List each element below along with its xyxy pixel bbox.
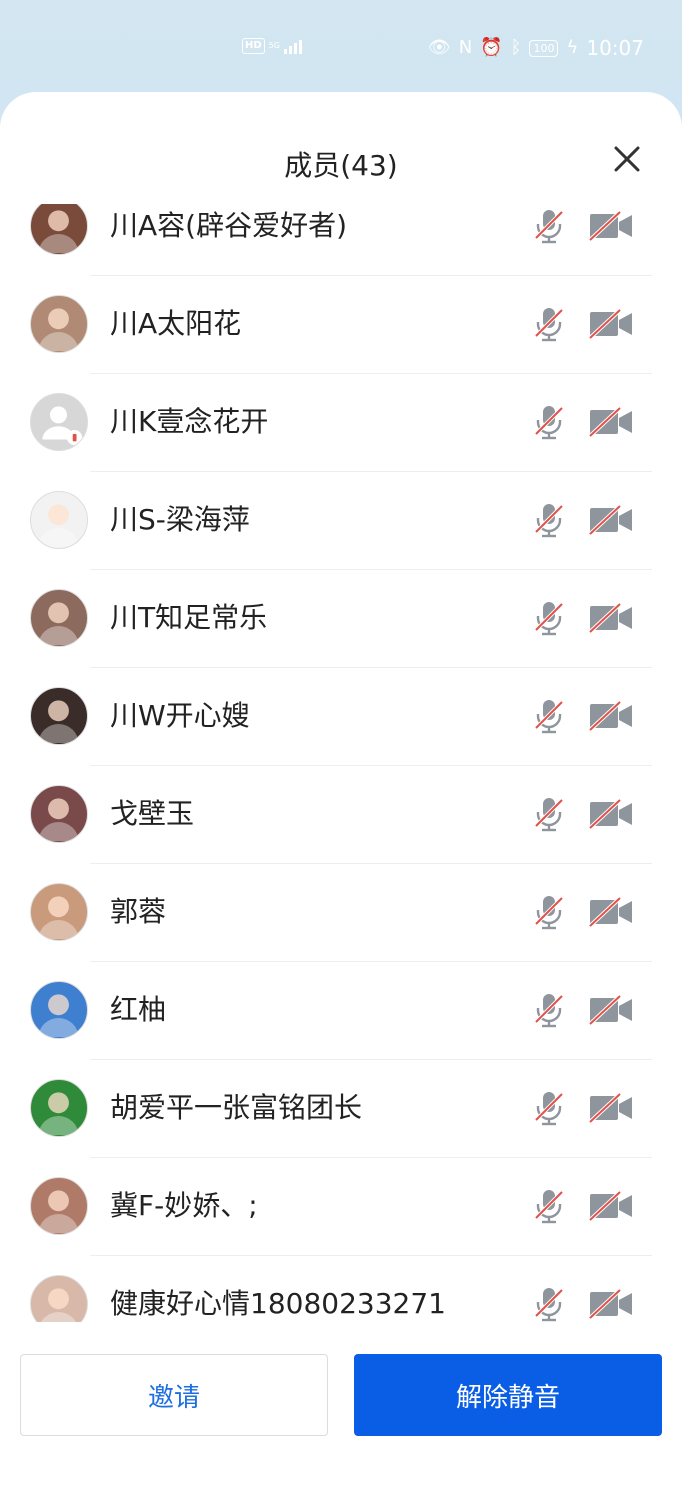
eye-icon: 👁 <box>427 37 451 58</box>
member-row[interactable]: 健康好心情18080233271 <box>0 1256 682 1322</box>
camera-off-icon[interactable] <box>588 1092 634 1124</box>
member-name: 红柚 <box>110 993 167 1026</box>
mic-muted-icon[interactable] <box>532 796 566 832</box>
avatar[interactable] <box>30 1079 88 1137</box>
mic-muted-icon[interactable] <box>532 306 566 342</box>
camera-off-icon[interactable] <box>588 406 634 438</box>
mic-muted-icon[interactable] <box>532 1286 566 1322</box>
member-name: 冀F-妙娇、; <box>110 1189 258 1222</box>
camera-off-icon[interactable] <box>588 504 634 536</box>
mic-muted-icon[interactable] <box>532 698 566 734</box>
member-name: 川K壹念花开 <box>110 405 269 438</box>
invite-button[interactable]: 邀请 <box>20 1354 328 1436</box>
signal-bars-icon <box>283 38 302 54</box>
member-row[interactable]: 郭蓉 <box>0 864 682 962</box>
member-name: 川A容(辟谷爱好者) <box>110 209 348 242</box>
members-sheet: 成员(43) 川A容(辟谷爱好者) 川A太阳花 川K壹念花开 川S-梁海萍 川T… <box>0 92 682 1500</box>
member-row[interactable]: 川S-梁海萍 <box>0 472 682 570</box>
mic-muted-icon[interactable] <box>532 502 566 538</box>
avatar[interactable] <box>30 295 88 353</box>
camera-off-icon[interactable] <box>588 700 634 732</box>
nfc-icon: N <box>458 37 473 58</box>
member-name: 健康好心情18080233271 <box>110 1287 446 1320</box>
member-name: 胡爱平一张富铭团长 <box>110 1091 363 1124</box>
member-row[interactable]: 川A太阳花 <box>0 276 682 374</box>
avatar[interactable] <box>30 687 88 745</box>
member-list[interactable]: 川A容(辟谷爱好者) 川A太阳花 川K壹念花开 川S-梁海萍 川T知足常乐 川W… <box>0 204 682 1322</box>
member-row[interactable]: 戈壁玉 <box>0 766 682 864</box>
status-time: 10:07 <box>586 36 644 60</box>
avatar[interactable] <box>30 785 88 843</box>
camera-off-icon[interactable] <box>588 994 634 1026</box>
sheet-title: 成员(43) <box>284 149 398 182</box>
member-row[interactable]: 川T知足常乐 <box>0 570 682 668</box>
member-name: 川A太阳花 <box>110 307 242 340</box>
avatar[interactable] <box>30 1275 88 1322</box>
member-name: 郭蓉 <box>110 895 167 928</box>
signal-type-label: 5G <box>268 41 280 50</box>
mic-muted-icon[interactable] <box>532 404 566 440</box>
signal-type: 5G <box>269 42 280 50</box>
status-right: 👁 N ⏰ ᛒ 100 ϟ 10:07 <box>428 36 644 60</box>
avatar[interactable] <box>30 204 88 255</box>
hd-indicator: HD <box>242 38 265 54</box>
close-icon <box>614 146 640 172</box>
bluetooth-icon: ᛒ <box>510 37 522 58</box>
member-name: 戈壁玉 <box>110 797 195 830</box>
avatar[interactable] <box>30 981 88 1039</box>
avatar[interactable] <box>30 1177 88 1235</box>
mic-muted-icon[interactable] <box>532 600 566 636</box>
alarm-icon: ⏰ <box>480 37 503 58</box>
mic-muted-icon[interactable] <box>532 894 566 930</box>
charging-icon: ϟ <box>566 37 579 58</box>
battery-icon: 100 <box>529 39 559 57</box>
camera-off-icon[interactable] <box>588 308 634 340</box>
status-bar: HD 5G 👁 N ⏰ ᛒ 100 ϟ 10:07 <box>0 0 682 90</box>
member-name: 川S-梁海萍 <box>110 503 250 536</box>
avatar[interactable] <box>30 883 88 941</box>
status-left: HD 5G <box>242 38 302 54</box>
camera-off-icon[interactable] <box>588 210 634 242</box>
member-name: 川T知足常乐 <box>110 601 268 634</box>
mic-muted-icon[interactable] <box>532 1090 566 1126</box>
member-row[interactable]: 冀F-妙娇、; <box>0 1158 682 1256</box>
member-row[interactable]: 川W开心嫂 <box>0 668 682 766</box>
camera-off-icon[interactable] <box>588 602 634 634</box>
camera-off-icon[interactable] <box>588 896 634 928</box>
close-button[interactable] <box>612 144 642 174</box>
member-row[interactable]: 川K壹念花开 <box>0 374 682 472</box>
mic-muted-icon[interactable] <box>532 1188 566 1224</box>
mic-muted-icon[interactable] <box>532 208 566 244</box>
member-row[interactable]: 红柚 <box>0 962 682 1060</box>
member-name: 川W开心嫂 <box>110 699 250 732</box>
camera-off-icon[interactable] <box>588 1190 634 1222</box>
member-row[interactable]: 胡爱平一张富铭团长 <box>0 1060 682 1158</box>
unmute-button[interactable]: 解除静音 <box>354 1354 662 1436</box>
member-row[interactable]: 川A容(辟谷爱好者) <box>0 204 682 276</box>
avatar[interactable] <box>30 491 88 549</box>
mic-muted-icon[interactable] <box>532 992 566 1028</box>
camera-off-icon[interactable] <box>588 1288 634 1320</box>
avatar[interactable] <box>30 589 88 647</box>
camera-off-icon[interactable] <box>588 798 634 830</box>
avatar[interactable] <box>30 393 88 451</box>
